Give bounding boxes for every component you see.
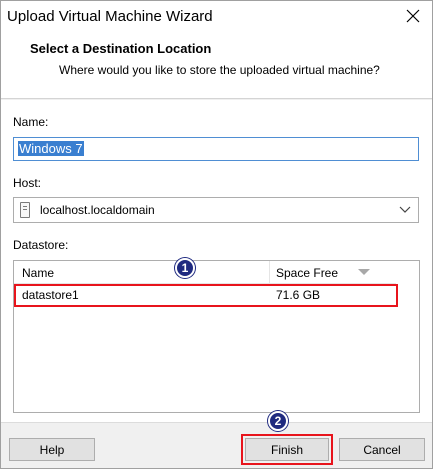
name-input[interactable]: Windows 7 bbox=[13, 137, 419, 161]
row-space-free: 71.6 GB bbox=[276, 288, 321, 302]
datastore-label: Datastore: bbox=[13, 238, 69, 252]
finish-button[interactable]: Finish bbox=[245, 438, 329, 461]
wizard-header: Select a Destination Location Where woul… bbox=[1, 31, 432, 99]
wizard-content: Name: Windows 7 Host: localhost.localdom… bbox=[1, 100, 432, 422]
sort-descending-icon bbox=[358, 269, 370, 275]
header-title: Select a Destination Location bbox=[30, 41, 212, 56]
column-header-name[interactable]: Name bbox=[22, 266, 54, 280]
host-label: Host: bbox=[13, 176, 42, 190]
datastore-list[interactable]: Name Space Free datastore1 71.6 GB bbox=[13, 260, 420, 413]
name-input-value: Windows 7 bbox=[18, 141, 84, 156]
wizard-window: Upload Virtual Machine Wizard Select a D… bbox=[0, 0, 433, 469]
table-row-datastore1[interactable]: datastore1 71.6 GB bbox=[16, 285, 396, 305]
column-header-space-free[interactable]: Space Free bbox=[276, 266, 338, 280]
title-bar: Upload Virtual Machine Wizard bbox=[1, 1, 432, 31]
close-button[interactable] bbox=[402, 5, 424, 27]
server-icon bbox=[20, 202, 30, 218]
chevron-down-icon bbox=[398, 203, 412, 217]
close-icon bbox=[406, 9, 420, 23]
column-divider[interactable] bbox=[269, 261, 270, 283]
host-dropdown[interactable]: localhost.localdomain bbox=[13, 197, 419, 223]
name-label: Name: bbox=[13, 115, 49, 129]
cancel-button[interactable]: Cancel bbox=[339, 438, 425, 461]
datastore-table-header: Name Space Free bbox=[14, 261, 396, 284]
window-title: Upload Virtual Machine Wizard bbox=[7, 8, 213, 25]
step-badge-1: 1 bbox=[175, 258, 195, 278]
help-button[interactable]: Help bbox=[9, 438, 95, 461]
step-badge-2: 2 bbox=[268, 411, 288, 431]
row-name: datastore1 bbox=[22, 288, 79, 302]
wizard-footer: Help Finish Cancel bbox=[1, 422, 432, 468]
host-dropdown-value: localhost.localdomain bbox=[40, 203, 155, 217]
header-subtitle: Where would you like to store the upload… bbox=[59, 63, 380, 77]
